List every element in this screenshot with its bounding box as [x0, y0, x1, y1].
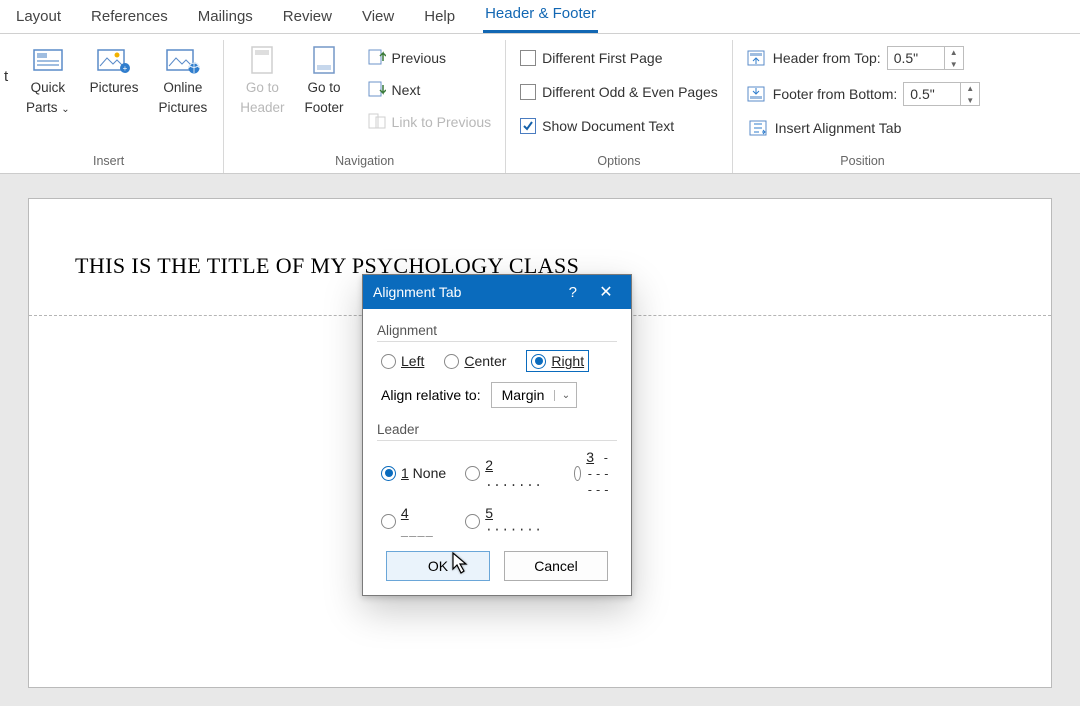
spin-down-icon[interactable]: ▼	[945, 58, 963, 70]
group-label-navigation: Navigation	[234, 154, 495, 171]
goto-header-icon	[244, 44, 280, 76]
align-relative-label: Align relative to:	[381, 387, 481, 403]
dialog-title: Alignment Tab	[373, 284, 461, 300]
leader-4-underline-radio[interactable]: 4 ____	[381, 505, 449, 537]
online-pictures-button[interactable]: Online Pictures	[152, 42, 213, 117]
align-right-radio[interactable]: Right	[526, 350, 589, 372]
ribbon-tabs: Layout References Mailings Review View H…	[0, 0, 1080, 34]
align-left-radio[interactable]: Left	[381, 353, 424, 369]
leader-1-none-radio[interactable]: 1 None	[381, 449, 449, 497]
tab-view[interactable]: View	[360, 4, 396, 33]
online-pictures-label-2: Pictures	[158, 100, 207, 116]
pictures-icon: +	[96, 44, 132, 76]
quick-parts-button[interactable]: Quick Parts ⌄	[20, 42, 76, 117]
different-odd-even-checkbox[interactable]: Different Odd & Even Pages	[516, 80, 722, 104]
tab-mailings[interactable]: Mailings	[196, 4, 255, 33]
pictures-label: Pictures	[90, 80, 139, 96]
quick-parts-label-1: Quick	[31, 80, 66, 96]
dialog-titlebar[interactable]: Alignment Tab ? ✕	[363, 275, 631, 309]
checkbox-empty-icon	[520, 84, 536, 100]
show-document-text-label: Show Document Text	[542, 118, 674, 134]
link-to-previous-icon	[368, 113, 386, 132]
spin-up-icon[interactable]: ▲	[961, 82, 979, 94]
tab-layout[interactable]: Layout	[14, 4, 63, 33]
header-from-top-value: 0.5"	[888, 50, 944, 66]
tab-header-footer[interactable]: Header & Footer	[483, 1, 598, 33]
ribbon: t Quick Parts ⌄ + Pictures Online	[0, 34, 1080, 174]
goto-header-l1: Go to	[246, 80, 279, 96]
footer-from-bottom-icon	[745, 84, 767, 104]
leader-section-label: Leader	[377, 422, 617, 437]
spin-down-icon[interactable]: ▼	[961, 94, 979, 106]
footer-from-bottom-label: Footer from Bottom:	[773, 86, 897, 102]
leader-5-middots-radio[interactable]: 5 ·······	[465, 505, 557, 537]
next-label: Next	[392, 82, 421, 98]
tab-review[interactable]: Review	[281, 4, 334, 33]
dialog-help-button[interactable]: ?	[563, 284, 583, 301]
goto-footer-l2: Footer	[305, 100, 344, 116]
alignment-tab-dialog: Alignment Tab ? ✕ Alignment Left Center …	[362, 274, 632, 596]
align-relative-value: Margin	[492, 387, 555, 403]
header-from-top-label: Header from Top:	[773, 50, 881, 66]
ok-button[interactable]: OK	[386, 551, 490, 581]
footer-from-bottom-value: 0.5"	[904, 86, 960, 102]
alignment-section-label: Alignment	[377, 323, 617, 338]
show-document-text-checkbox[interactable]: Show Document Text	[516, 114, 722, 138]
group-label-insert: Insert	[4, 154, 213, 171]
goto-footer-button[interactable]: Go to Footer	[299, 42, 350, 117]
leader-2-dots-radio[interactable]: 2 .......	[465, 449, 557, 497]
different-odd-even-label: Different Odd & Even Pages	[542, 84, 718, 100]
quick-parts-icon	[30, 44, 66, 76]
previous-label: Previous	[392, 50, 446, 66]
link-to-previous-label: Link to Previous	[392, 114, 492, 130]
insert-alignment-tab-label: Insert Alignment Tab	[775, 120, 902, 136]
leader-3-dashes-radio[interactable]: 3 -------	[574, 449, 617, 497]
header-from-top-input[interactable]: 0.5" ▲▼	[887, 46, 964, 70]
insert-alignment-tab-icon	[747, 118, 769, 138]
checkbox-checked-icon	[520, 118, 536, 134]
spin-up-icon[interactable]: ▲	[945, 46, 963, 58]
link-to-previous-button[interactable]: Link to Previous	[364, 110, 496, 134]
chevron-down-icon[interactable]: ⌄	[554, 390, 576, 401]
mouse-cursor-icon	[452, 552, 472, 579]
cancel-button[interactable]: Cancel	[504, 551, 608, 581]
insert-alignment-tab-button[interactable]: Insert Alignment Tab	[743, 116, 982, 140]
align-center-radio[interactable]: Center	[444, 353, 506, 369]
different-first-page-checkbox[interactable]: Different First Page	[516, 46, 722, 70]
previous-button[interactable]: Previous	[364, 46, 496, 70]
next-icon	[368, 81, 386, 100]
header-from-top-icon	[745, 48, 767, 68]
tab-references[interactable]: References	[89, 4, 170, 33]
next-button[interactable]: Next	[364, 78, 496, 102]
footer-from-bottom-input[interactable]: 0.5" ▲▼	[903, 82, 980, 106]
different-first-page-label: Different First Page	[542, 50, 662, 66]
dialog-close-button[interactable]: ✕	[591, 282, 621, 302]
group-label-position: Position	[743, 154, 982, 171]
quick-parts-label-2: Parts ⌄	[26, 100, 70, 116]
checkbox-empty-icon	[520, 50, 536, 66]
goto-header-button[interactable]: Go to Header	[234, 42, 290, 117]
goto-footer-l1: Go to	[308, 80, 341, 96]
online-pictures-icon	[165, 44, 201, 76]
goto-footer-icon	[306, 44, 342, 76]
group-label-options: Options	[516, 154, 722, 171]
svg-text:+: +	[123, 64, 128, 73]
align-relative-combo[interactable]: Margin ⌄	[491, 382, 578, 408]
pictures-button[interactable]: + Pictures	[84, 42, 145, 117]
online-pictures-label-1: Online	[163, 80, 202, 96]
previous-icon	[368, 49, 386, 68]
tab-help[interactable]: Help	[422, 4, 457, 33]
goto-header-l2: Header	[240, 100, 284, 116]
